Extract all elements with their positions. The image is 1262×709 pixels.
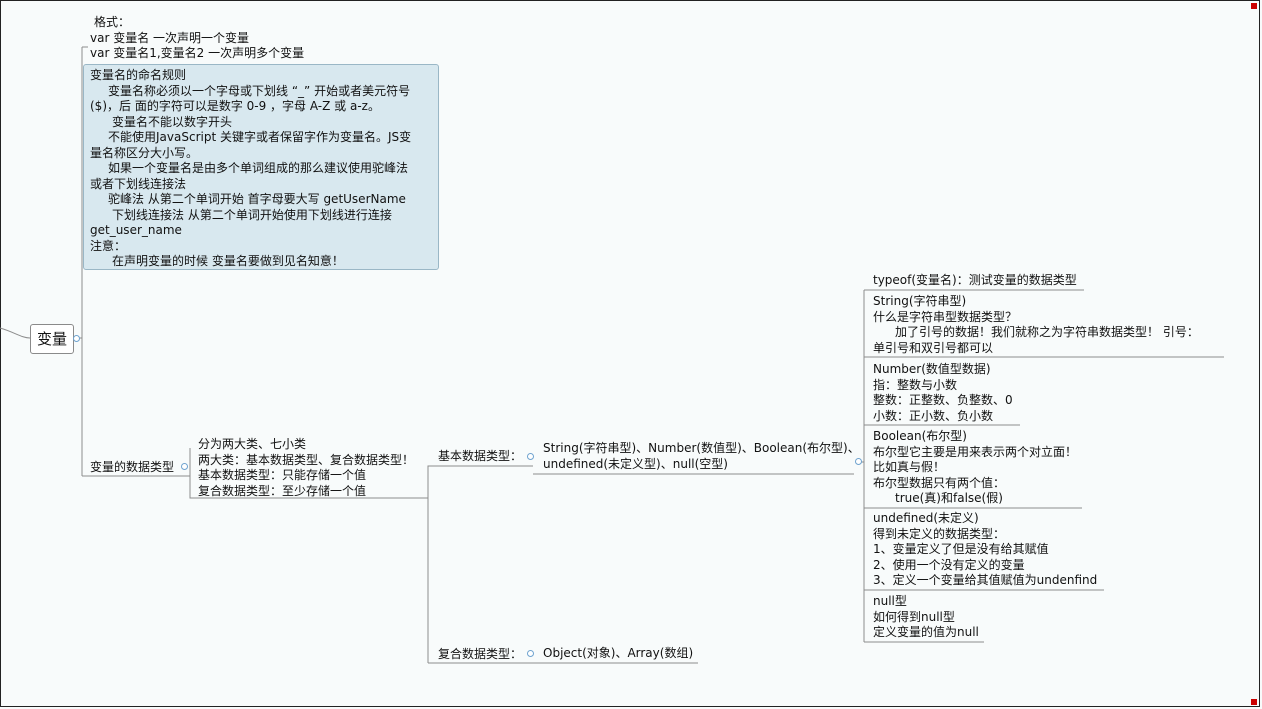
format-line: 格式： <box>94 15 131 29</box>
note-line: get_user_name <box>90 223 182 237</box>
string-line: 单引号和双引号都可以 <box>873 340 994 355</box>
datatypes-node[interactable]: 变量的数据类型 <box>90 460 174 476</box>
collapse-toggle-icon[interactable] <box>181 463 188 470</box>
basic-types-label: 基本数据类型： <box>438 449 523 463</box>
boolean-line: 布尔型它主要是用来表示两个对立面！ <box>873 444 1078 459</box>
boolean-line: 比如真与假！ <box>873 460 946 474</box>
null-line: 如何得到null型 <box>873 609 955 624</box>
collapse-toggle-icon[interactable] <box>527 453 534 460</box>
note-line: 量名称区分大小写。 <box>90 145 199 160</box>
compound-types-line: Object(对象)、Array(数组) <box>543 646 694 660</box>
note-line: ($)，后 面的字符可以是数字 0-9 ，字母 A-Z 或 a-z。 <box>90 99 380 113</box>
basic-types-list[interactable]: String(字符串型)、Number(数值型)、Boolean(布尔型)、 u… <box>543 441 860 472</box>
note-line: 变量名的命名规则 <box>90 68 187 82</box>
typeof-line: typeof(变量名)：测试变量的数据类型 <box>873 273 1077 287</box>
string-line: String(字符串型) <box>873 294 967 308</box>
root-label: 变量 <box>36 330 67 348</box>
number-line: 整数：正整数、负整数、0 <box>873 393 1013 407</box>
collapse-toggle-icon[interactable] <box>527 650 534 657</box>
note-line: 不能使用JavaScript 关键字或者保留字作为变量名。JS变 <box>108 130 412 144</box>
null-line: 定义变量的值为null <box>873 625 979 639</box>
undefined-line: 3、定义一个变量给其值赋值为undenfind <box>873 573 1098 587</box>
format-line: var 变量名 一次声明一个变量 <box>90 30 250 45</box>
summary-line: 两大类：基本数据类型、复合数据类型！ <box>198 452 415 467</box>
summary-line: 基本数据类型：只能存储一个值 <box>198 468 367 482</box>
compound-types-label: 复合数据类型： <box>438 647 523 661</box>
basic-types-line: String(字符串型)、Number(数值型)、Boolean(布尔型)、 <box>543 441 860 455</box>
string-type-node[interactable]: String(字符串型) 什么是字符串型数据类型？ 加了引号的数据！我们就称之为… <box>873 294 1199 356</box>
compound-types-node[interactable]: 复合数据类型： <box>438 647 522 663</box>
corner-marker <box>1251 699 1257 705</box>
number-line: Number(数值型数据) <box>873 362 991 376</box>
collapse-toggle-icon[interactable] <box>855 458 862 465</box>
format-line: var 变量名1,变量名2 一次声明多个变量 <box>90 46 305 60</box>
note-line: 变量名不能以数字开头 <box>112 114 233 129</box>
naming-rules-note[interactable]: 变量名的命名规则 变量名称必须以一个字母或下划线 “_” 开始或者美元符号 ($… <box>83 64 439 270</box>
note-line: 变量名称必须以一个字母或下划线 “_” 开始或者美元符号 <box>108 83 411 98</box>
string-line: 什么是字符串型数据类型？ <box>873 309 1018 324</box>
number-type-node[interactable]: Number(数值型数据) 指：整数与小数 整数：正整数、负整数、0 小数：正小… <box>873 362 1013 424</box>
summary-line: 复合数据类型：至少存储一个值 <box>198 483 367 498</box>
basic-types-line: undefined(未定义型)、null(空型) <box>543 456 728 471</box>
undefined-line: 得到未定义的数据类型： <box>873 526 1006 541</box>
boolean-line: 布尔型数据只有两个值： <box>873 475 1006 490</box>
datatypes-summary[interactable]: 分为两大类、七小类 两大类：基本数据类型、复合数据类型！ 基本数据类型：只能存储… <box>198 437 414 499</box>
number-line: 小数：正小数、负小数 <box>873 408 994 423</box>
typeof-node[interactable]: typeof(变量名)：测试变量的数据类型 <box>873 273 1077 289</box>
boolean-line: Boolean(布尔型) <box>873 429 967 443</box>
undefined-line: 2、使用一个没有定义的变量 <box>873 557 1025 572</box>
compound-types-list[interactable]: Object(对象)、Array(数组) <box>543 646 693 662</box>
root-node[interactable]: 变量 <box>30 324 74 354</box>
null-type-node[interactable]: null型 如何得到null型 定义变量的值为null <box>873 594 979 641</box>
note-line: 或者下划线连接法 <box>90 176 187 191</box>
note-line: 如果一个变量名是由多个单词组成的那么建议使用驼峰法 <box>108 161 409 175</box>
summary-line: 分为两大类、七小类 <box>198 437 307 451</box>
basic-types-node[interactable]: 基本数据类型： <box>438 449 522 465</box>
datatypes-label: 变量的数据类型 <box>90 460 175 474</box>
boolean-type-node[interactable]: Boolean(布尔型) 布尔型它主要是用来表示两个对立面！ 比如真与假！ 布尔… <box>873 429 1077 507</box>
note-line: 在声明变量的时候 变量名要做到见名知意！ <box>112 254 344 268</box>
note-line: 驼峰法 从第二个单词开始 首字母要大写 getUserName <box>108 192 406 206</box>
undefined-line: undefined(未定义) <box>873 511 979 525</box>
string-line: 加了引号的数据！我们就称之为字符串数据类型！ 引号： <box>895 325 1199 339</box>
format-node[interactable]: 格式： var 变量名 一次声明一个变量 var 变量名1,变量名2 一次声明多… <box>90 15 304 62</box>
note-line: 下划线连接法 从第二个单词开始使用下划线进行连接 <box>112 207 392 222</box>
number-line: 指：整数与小数 <box>873 377 958 392</box>
note-line: 注意： <box>90 238 127 253</box>
null-line: null型 <box>873 594 907 608</box>
collapse-toggle-icon[interactable] <box>73 335 80 342</box>
boolean-line: true(真)和false(假) <box>895 491 1003 505</box>
undefined-line: 1、变量定义了但是没有给其赋值 <box>873 542 1049 556</box>
corner-marker <box>1251 3 1257 9</box>
undefined-type-node[interactable]: undefined(未定义) 得到未定义的数据类型： 1、变量定义了但是没有给其… <box>873 511 1097 589</box>
